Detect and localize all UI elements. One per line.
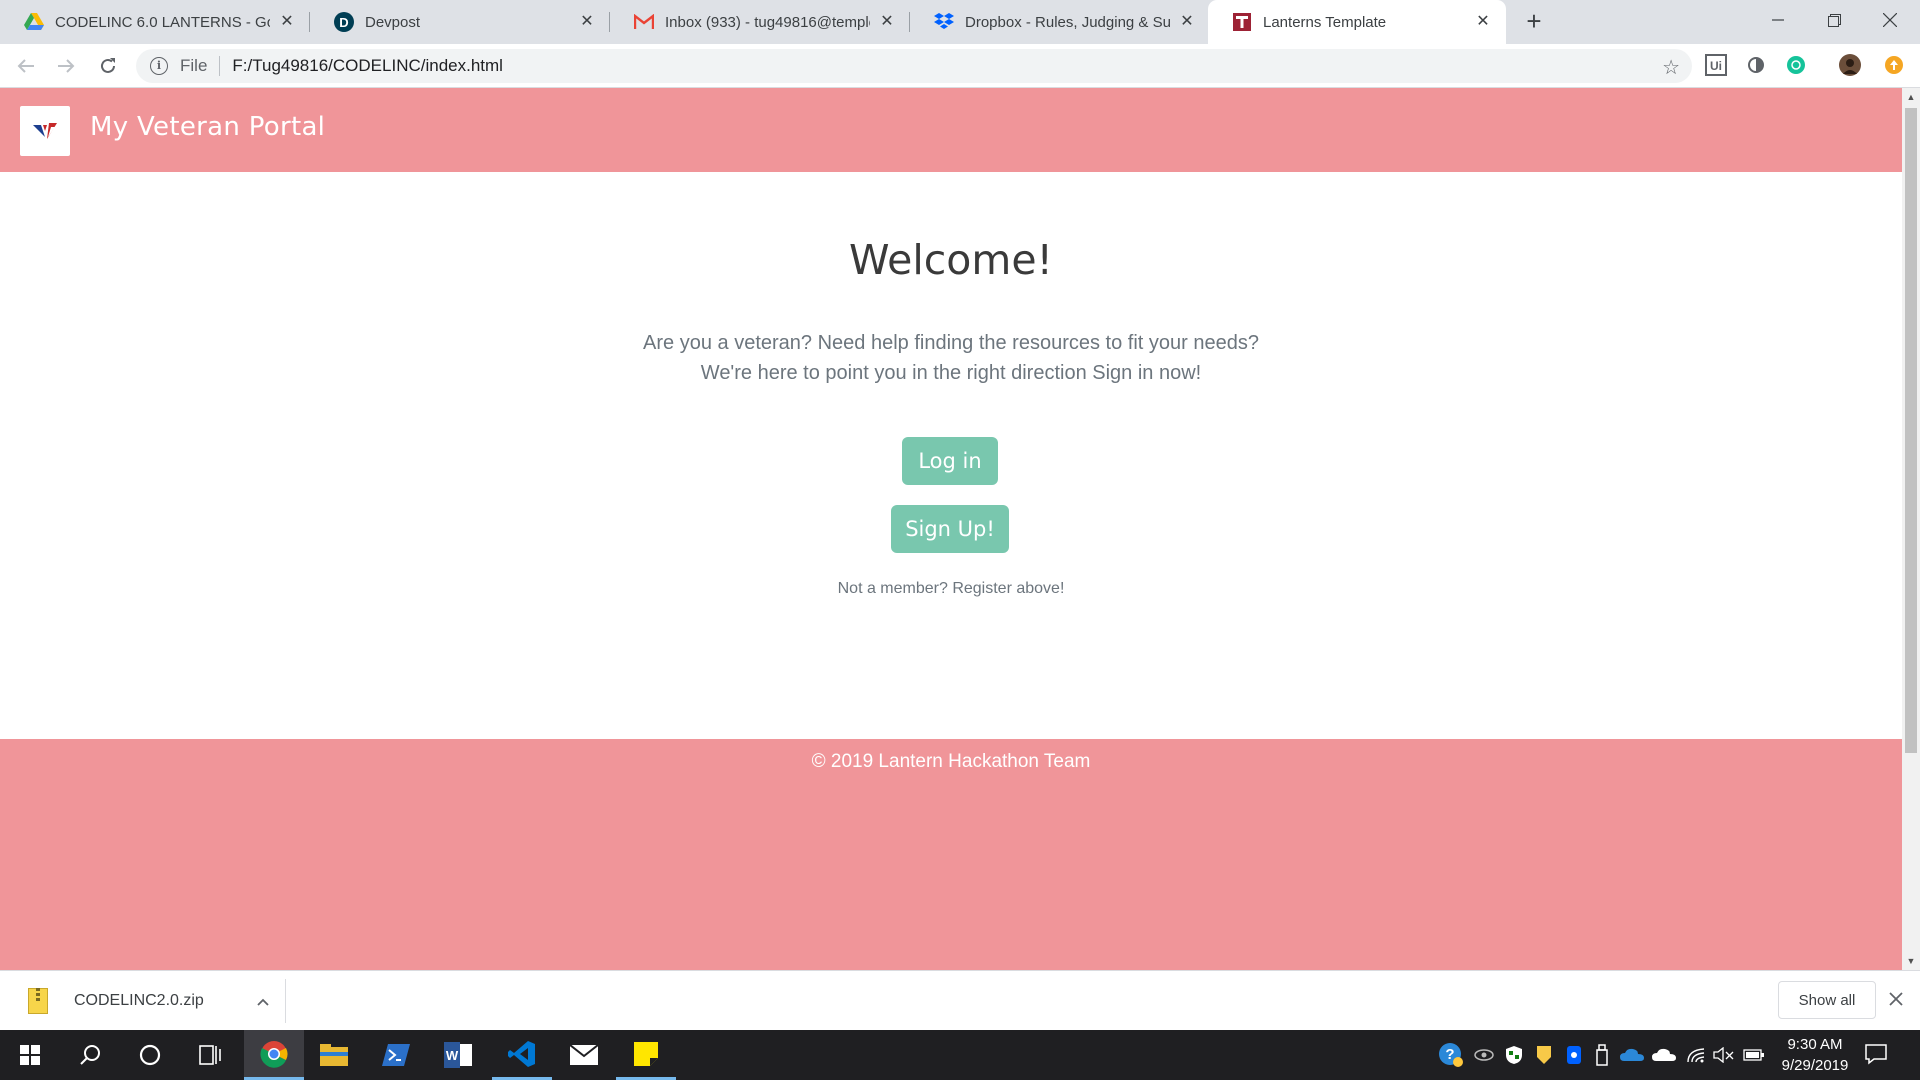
- svg-text:Ui: Ui: [1710, 59, 1722, 73]
- close-shelf-icon[interactable]: [1884, 989, 1908, 1013]
- battery-icon[interactable]: [1742, 1043, 1766, 1067]
- usb-device-icon[interactable]: [1590, 1043, 1614, 1067]
- svg-text:D: D: [339, 15, 348, 30]
- file-explorer-icon[interactable]: [304, 1030, 364, 1080]
- volume-muted-icon[interactable]: [1712, 1043, 1736, 1067]
- signup-button[interactable]: Sign Up!: [891, 505, 1009, 553]
- scrollbar-thumb[interactable]: [1905, 108, 1917, 753]
- login-button[interactable]: Log in: [902, 437, 998, 485]
- tab-gmail[interactable]: Inbox (933) - tug49816@temple. ✕: [610, 0, 910, 44]
- chevron-up-icon[interactable]: [251, 993, 275, 1009]
- intro-text: Are you a veteran? Need help finding the…: [0, 328, 1902, 388]
- download-file-name[interactable]: CODELINC2.0.zip: [74, 992, 251, 1010]
- vscode-icon[interactable]: [492, 1030, 552, 1080]
- welcome-heading: Welcome!: [849, 236, 1053, 284]
- page-viewport: My Veteran Portal Welcome! Are you a vet…: [0, 88, 1902, 970]
- intro-line-2: We're here to point you in the right dir…: [700, 362, 1202, 384]
- scroll-down-arrow[interactable]: ▼: [1902, 952, 1920, 970]
- restore-button[interactable]: [1806, 0, 1862, 40]
- svg-text:W: W: [446, 1048, 459, 1063]
- avatar-icon[interactable]: [1838, 53, 1862, 77]
- copyright-text: © 2019 Lantern Hackathon Team: [811, 751, 1091, 772]
- onedrive-personal-icon[interactable]: [1652, 1043, 1676, 1067]
- mail-icon[interactable]: [554, 1030, 614, 1080]
- tab-devpost[interactable]: D Devpost ✕: [310, 0, 610, 44]
- close-tab-icon[interactable]: ✕: [1178, 13, 1196, 31]
- sync-icon[interactable]: [1472, 1043, 1496, 1067]
- minimize-button[interactable]: [1750, 0, 1806, 40]
- back-button[interactable]: [12, 52, 40, 80]
- show-all-downloads-button[interactable]: Show all: [1778, 981, 1876, 1019]
- url-text[interactable]: F:/Tug49816/CODELINC/index.html: [232, 56, 503, 76]
- forward-button[interactable]: [52, 52, 80, 80]
- word-icon[interactable]: W: [428, 1030, 488, 1080]
- tab-strip: CODELINC 6.0 LANTERNS - Goo ✕ D Devpost …: [0, 0, 1920, 44]
- windows-start-icon[interactable]: [0, 1030, 60, 1080]
- register-note: Not a member? Register above!: [837, 580, 1065, 597]
- intro-line-1: Are you a veteran? Need help finding the…: [643, 332, 1259, 354]
- reload-button[interactable]: [94, 52, 122, 80]
- wifi-icon[interactable]: [1684, 1043, 1708, 1067]
- defender-shield-icon[interactable]: [1502, 1043, 1526, 1067]
- windows-taskbar: W ? 9:30 AM 9/29/2019: [0, 1030, 1920, 1080]
- close-tab-icon[interactable]: ✕: [878, 13, 896, 31]
- clock-time: 9:30 AM: [1787, 1036, 1843, 1053]
- powershell-icon[interactable]: [366, 1030, 426, 1080]
- dropbox-tray-icon[interactable]: [1562, 1043, 1586, 1067]
- system-clock[interactable]: 9:30 AM 9/29/2019: [1772, 1034, 1858, 1076]
- tab-title: CODELINC 6.0 LANTERNS - Goo: [55, 13, 270, 31]
- sticky-notes-icon[interactable]: [616, 1030, 676, 1080]
- bookmark-star-icon[interactable]: ☆: [1662, 55, 1680, 80]
- veteran-logo-icon: [33, 123, 57, 139]
- site-info-icon[interactable]: i: [150, 57, 168, 75]
- close-tab-icon[interactable]: ✕: [278, 13, 296, 31]
- address-bar[interactable]: i File F:/Tug49816/CODELINC/index.html ☆: [136, 49, 1692, 83]
- download-item[interactable]: CODELINC2.0.zip: [14, 979, 286, 1023]
- tab-title: Devpost: [365, 13, 421, 31]
- grammarly-icon[interactable]: [1784, 53, 1808, 77]
- zip-file-icon: [28, 988, 48, 1014]
- clock-date: 9/29/2019: [1781, 1057, 1849, 1074]
- extension-circle-icon[interactable]: [1744, 53, 1768, 77]
- uipath-icon[interactable]: Ui: [1704, 53, 1728, 77]
- brand-title[interactable]: My Veteran Portal: [90, 112, 325, 142]
- download-shelf: CODELINC2.0.zip Show all: [0, 970, 1920, 1030]
- action-center-icon[interactable]: [1864, 1042, 1890, 1068]
- cortana-icon[interactable]: [120, 1030, 180, 1080]
- tab-codelinc[interactable]: CODELINC 6.0 LANTERNS - Goo ✕: [0, 0, 310, 44]
- tab-dropbox[interactable]: Dropbox - Rules, Judging & Subr ✕: [910, 0, 1210, 44]
- close-window-button[interactable]: [1862, 0, 1918, 40]
- tab-title: Inbox (933) - tug49816@temple.: [665, 13, 870, 31]
- svg-text:?: ?: [1445, 1046, 1454, 1063]
- security-badge-icon[interactable]: [1532, 1043, 1556, 1067]
- gmail-icon: [634, 12, 654, 32]
- search-icon[interactable]: [60, 1030, 120, 1080]
- task-view-icon[interactable]: [180, 1030, 240, 1080]
- chrome-icon[interactable]: [244, 1030, 304, 1080]
- new-tab-button[interactable]: +: [1520, 8, 1548, 36]
- site-logo[interactable]: [20, 106, 70, 156]
- tab-title: Dropbox - Rules, Judging & Subr: [965, 13, 1170, 31]
- onedrive-icon[interactable]: [1620, 1043, 1644, 1067]
- google-drive-icon: [24, 12, 44, 32]
- browser-toolbar: i File F:/Tug49816/CODELINC/index.html ☆: [0, 44, 1920, 88]
- site-header: My Veteran Portal: [0, 88, 1902, 172]
- temple-t-icon: [1232, 12, 1252, 32]
- scroll-up-arrow[interactable]: ▲: [1902, 88, 1920, 106]
- site-footer: © 2019 Lantern Hackathon Team: [0, 739, 1902, 970]
- tab-title: Lanterns Template: [1263, 13, 1387, 31]
- dropbox-icon: [934, 12, 954, 32]
- close-tab-icon[interactable]: ✕: [1474, 13, 1492, 31]
- close-tab-icon[interactable]: ✕: [578, 13, 596, 31]
- notification-extension-icon[interactable]: [1882, 53, 1906, 77]
- help-icon[interactable]: ?: [1436, 1043, 1466, 1067]
- scheme-label: File: [180, 56, 208, 75]
- tab-lanterns-template[interactable]: Lanterns Template ✕: [1208, 0, 1506, 44]
- devpost-icon: D: [334, 12, 354, 32]
